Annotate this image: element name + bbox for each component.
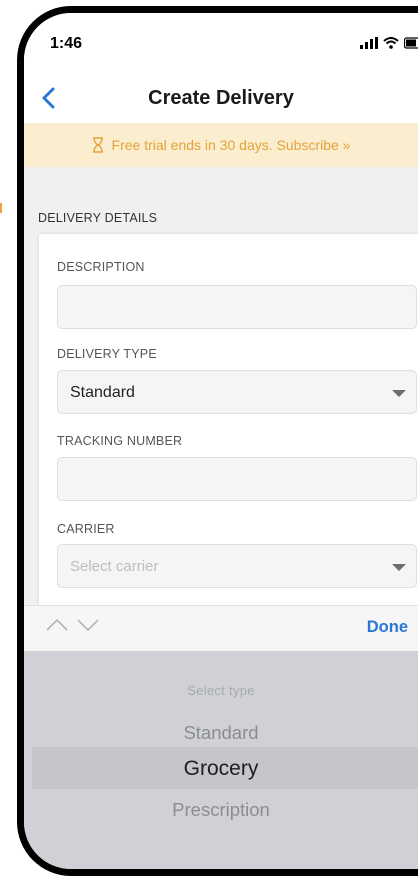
battery-icon xyxy=(404,37,418,49)
background-marker xyxy=(0,203,2,213)
delivery-type-select[interactable]: Standard xyxy=(57,370,417,414)
trial-banner-text: Free trial ends in 30 days. Subscribe » xyxy=(111,137,351,153)
signal-icon xyxy=(360,37,378,49)
phone-screen: 1:46 Create Delivery Free trial ends in … xyxy=(17,6,418,876)
delivery-type-value: Standard xyxy=(70,384,135,401)
description-label: DESCRIPTION xyxy=(57,260,145,274)
type-picker[interactable]: Select type Standard Grocery Prescriptio… xyxy=(24,651,418,869)
delivery-type-label: DELIVERY TYPE xyxy=(57,347,157,361)
status-bar: 1:46 xyxy=(24,13,418,77)
carrier-label: CARRIER xyxy=(57,522,115,536)
picker-prompt: Select type xyxy=(187,683,255,698)
done-button[interactable]: Done xyxy=(367,618,408,637)
description-field[interactable] xyxy=(57,285,417,329)
dropdown-caret-icon xyxy=(392,564,406,571)
chevron-up-icon[interactable] xyxy=(46,618,68,632)
dropdown-caret-icon xyxy=(392,390,406,397)
home-indicator[interactable] xyxy=(152,870,292,875)
keyboard-accessory-bar: Done xyxy=(24,605,418,652)
wifi-icon xyxy=(383,37,399,49)
status-icons xyxy=(360,37,418,49)
page-title: Create Delivery xyxy=(148,87,294,109)
trial-banner[interactable]: Free trial ends in 30 days. Subscribe » xyxy=(24,123,418,167)
picker-option-grocery[interactable]: Grocery xyxy=(24,757,418,781)
tracking-number-label: TRACKING NUMBER xyxy=(57,434,183,448)
navigation-bar: Create Delivery xyxy=(24,77,418,123)
chevron-down-icon[interactable] xyxy=(77,618,99,632)
section-header: DELIVERY DETAILS xyxy=(38,211,158,225)
carrier-placeholder: Select carrier xyxy=(70,558,159,575)
picker-option-standard[interactable]: Standard xyxy=(24,722,418,744)
hourglass-icon xyxy=(92,137,103,153)
tracking-number-field[interactable] xyxy=(57,457,417,501)
delivery-form: DESCRIPTION DELIVERY TYPE Standard TRACK… xyxy=(39,234,418,606)
carrier-select[interactable]: Select carrier xyxy=(57,544,417,588)
picker-option-prescription[interactable]: Prescription xyxy=(24,799,418,821)
status-time: 1:46 xyxy=(50,35,83,52)
